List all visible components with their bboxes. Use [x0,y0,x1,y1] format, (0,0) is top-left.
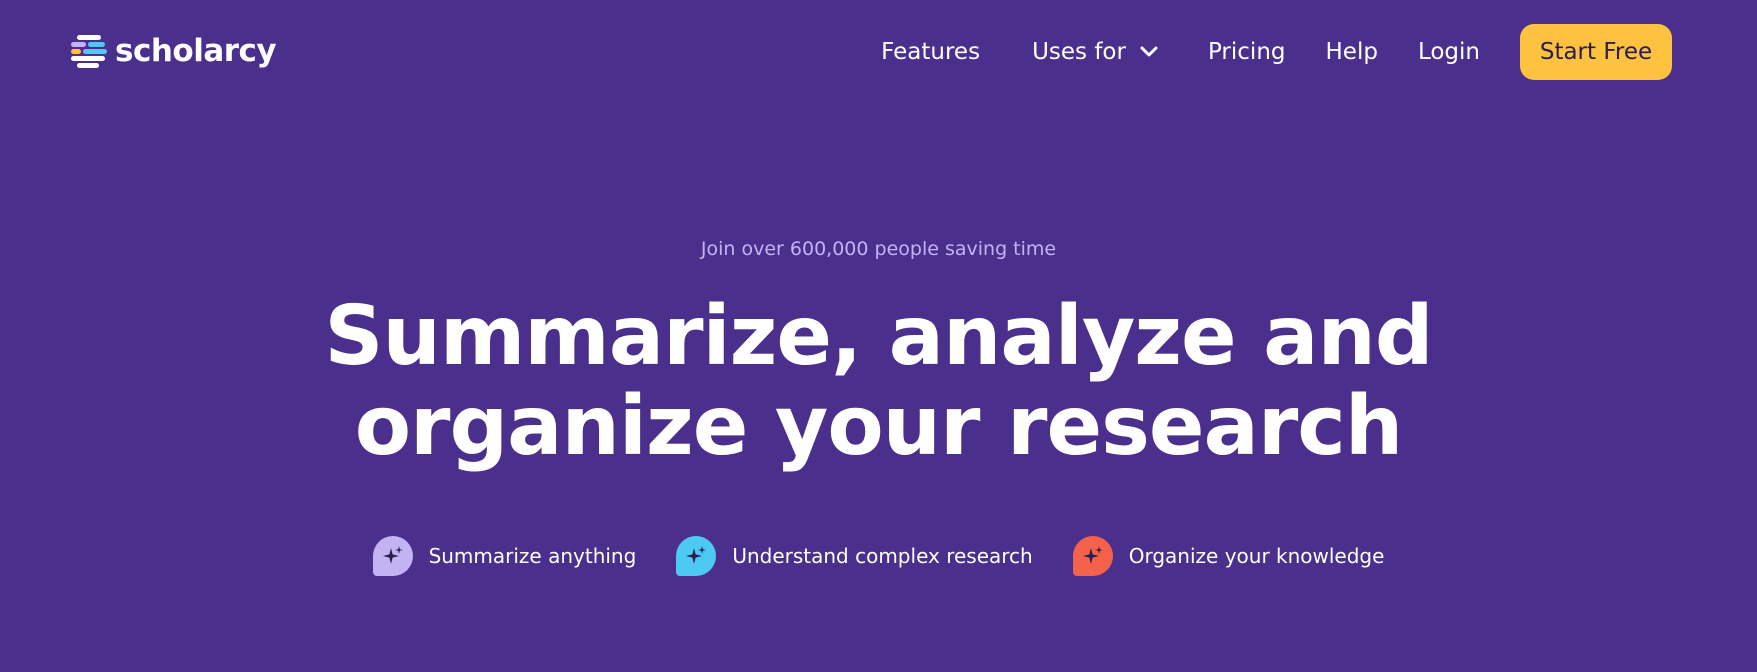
nav-pricing-link[interactable]: Pricing [1208,39,1286,65]
sparkle-icon [676,536,717,576]
hero-headline: Summarize, analyze and organize your res… [0,292,1757,472]
main-nav: Features Uses for Pricing Help Login Sta… [881,24,1672,80]
nav-help-link[interactable]: Help [1326,39,1378,65]
nav-uses-for-dropdown[interactable]: Uses for [1032,39,1158,65]
feature-list: Summarize anything Understand complex re… [0,534,1757,578]
logo-wordmark: scholarcy [115,33,277,69]
chevron-down-icon [1140,46,1158,57]
hero-tagline: Join over 600,000 people saving time [700,238,1057,260]
feature-label: Understand complex research [732,544,1033,568]
logo-stripes-icon [71,33,109,69]
nav-uses-for-label: Uses for [1032,39,1126,65]
nav-login-link[interactable]: Login [1418,39,1480,65]
feature-label: Summarize anything [428,544,637,568]
feature-label: Organize your knowledge [1128,544,1385,568]
headline-line-2: organize your research [354,379,1404,474]
scholarcy-logo[interactable]: scholarcy [71,31,277,71]
site-header: scholarcy Features Uses for Pricing Help… [0,0,1757,104]
nav-features-link[interactable]: Features [881,39,980,65]
sparkle-icon [1072,536,1113,576]
start-free-button[interactable]: Start Free [1520,24,1672,80]
headline-line-1: Summarize, analyze and [324,289,1433,384]
feature-organize: Organize your knowledge [1072,536,1385,576]
sparkle-icon [372,536,413,576]
feature-understand: Understand complex research [676,536,1033,576]
feature-summarize: Summarize anything [372,536,637,576]
